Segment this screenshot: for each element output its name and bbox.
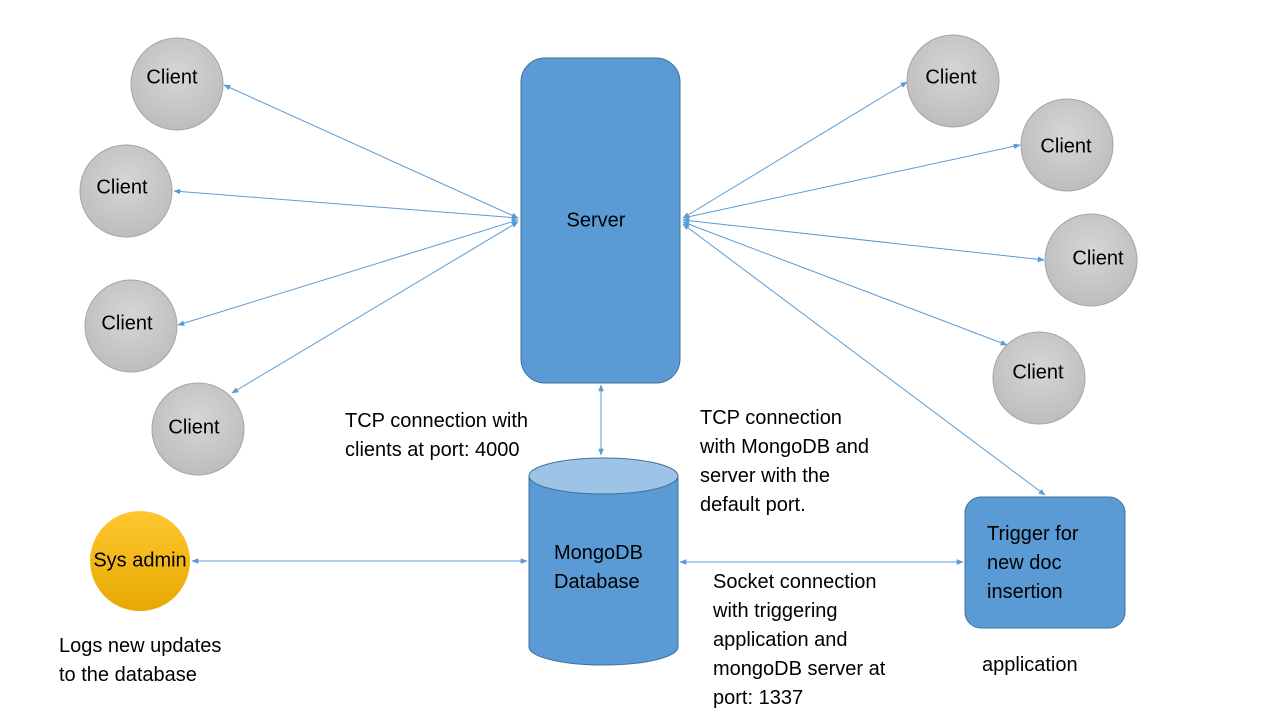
trigger-label-line: Trigger for <box>987 523 1079 545</box>
note-line: default port. <box>700 494 806 516</box>
note-line: TCP connection <box>700 407 842 429</box>
sysadmin-label: Sys admin <box>93 549 187 572</box>
database-label-line: MongoDB <box>554 542 643 564</box>
client-label: Client <box>168 416 220 439</box>
client-label: Client <box>925 66 977 89</box>
client-label: Client <box>101 312 153 335</box>
database-label-line: Database <box>554 571 640 593</box>
application-label: application <box>982 654 1078 676</box>
note-line: port: 1337 <box>713 687 804 709</box>
client-label: Client <box>1040 135 1092 158</box>
database-label: MongoDB Database <box>554 539 643 597</box>
server-label: Server <box>566 209 626 232</box>
note-line: server with the <box>700 465 831 487</box>
note-line: clients at port: 4000 <box>345 439 520 461</box>
tcp-mongo-note: TCP connection with MongoDB and server w… <box>700 404 869 520</box>
sysadmin-note: Logs new updates to the database <box>59 632 221 690</box>
socket-note: Socket connection with triggering applic… <box>713 568 885 713</box>
client-label: Client <box>96 176 148 199</box>
client-label: Client <box>146 66 198 89</box>
note-line: to the database <box>59 664 197 686</box>
note-line: mongoDB server at <box>713 658 886 680</box>
diagram-canvas <box>79 34 1138 666</box>
client-label: Client <box>1012 361 1064 384</box>
trigger-label: Trigger for new doc insertion <box>987 520 1079 607</box>
note-line: with MongoDB and <box>700 436 869 458</box>
tcp-clients-note: TCP connection with clients at port: 400… <box>345 407 528 465</box>
note-line: with triggering <box>713 600 838 622</box>
note-line: application and <box>713 629 848 651</box>
trigger-label-line: new doc <box>987 552 1062 574</box>
note-line: Socket connection <box>713 571 877 593</box>
note-line: Logs new updates <box>59 635 222 657</box>
trigger-label-line: insertion <box>987 581 1063 603</box>
client-label: Client <box>1072 247 1124 270</box>
note-line: TCP connection with <box>345 410 529 432</box>
